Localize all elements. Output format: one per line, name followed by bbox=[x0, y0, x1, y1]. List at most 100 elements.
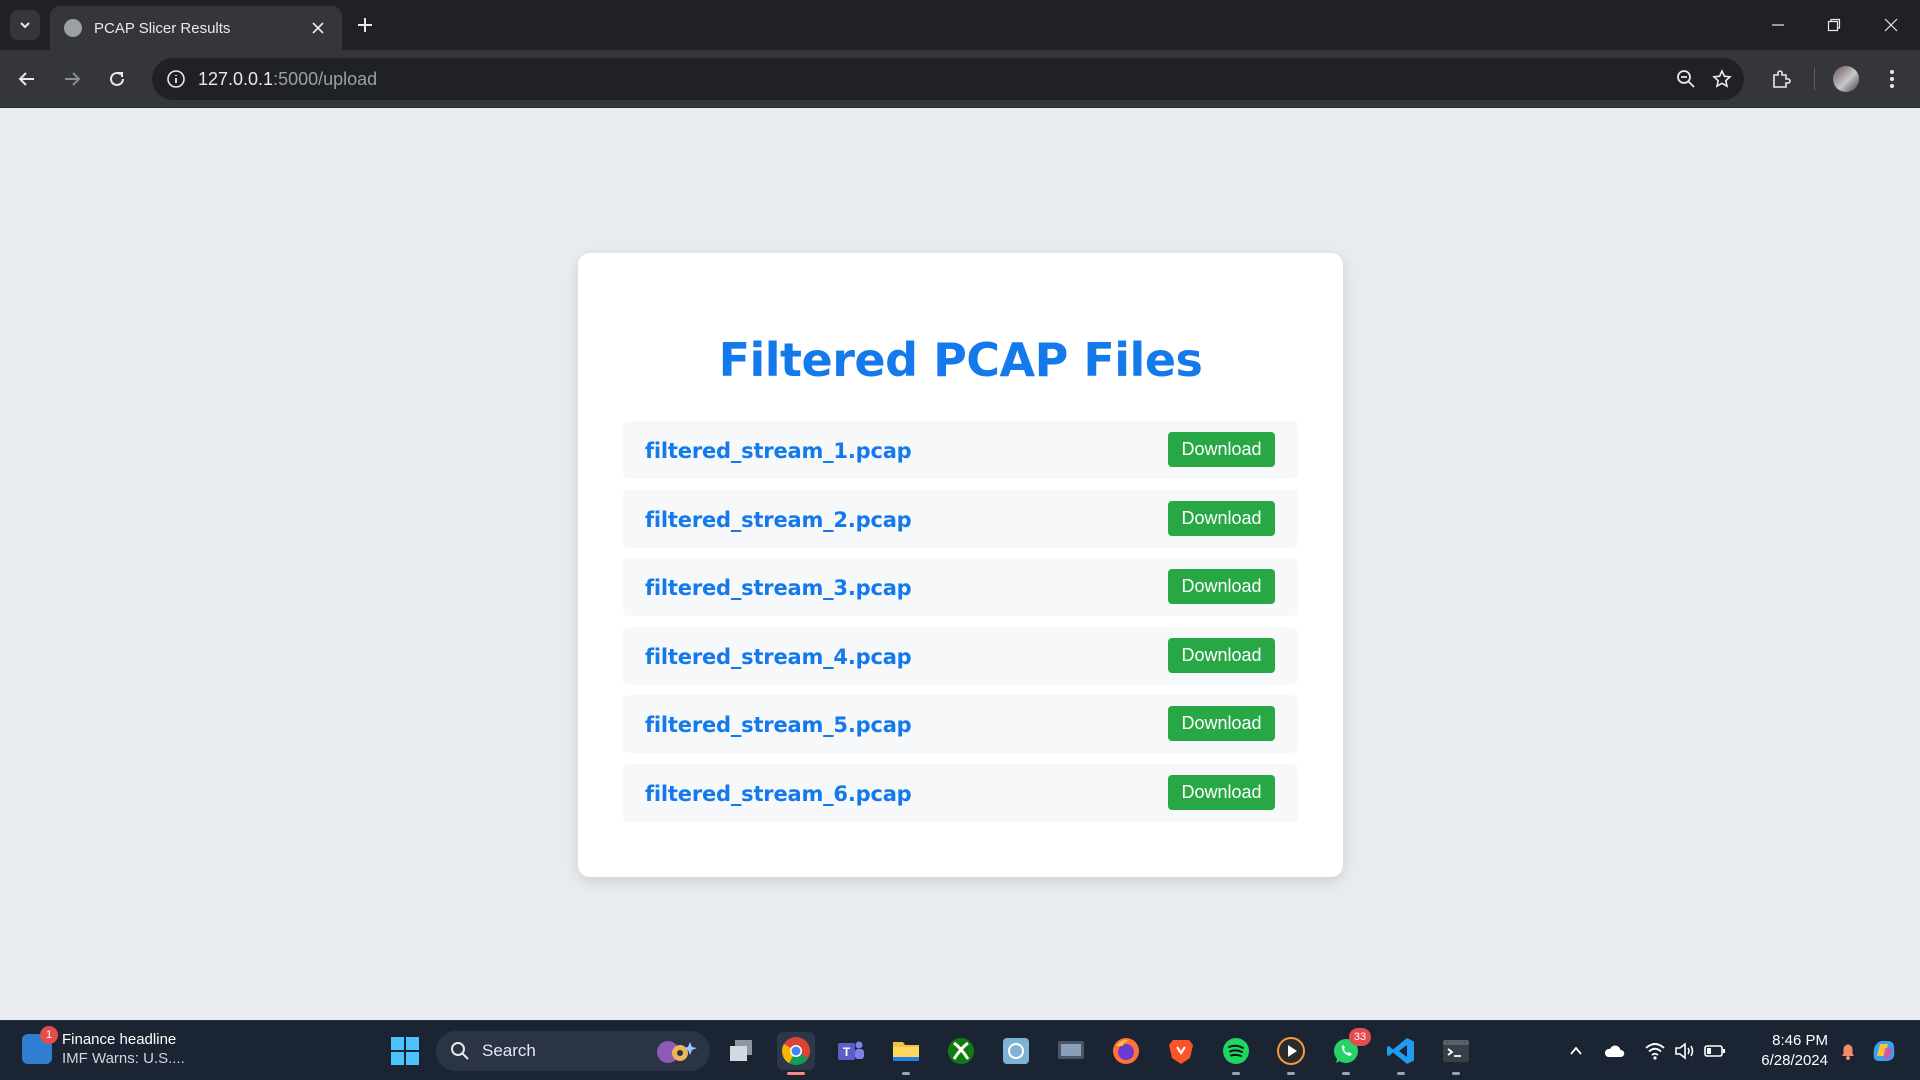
search-icon bbox=[451, 1042, 469, 1060]
clock-time: 8:46 PM bbox=[1772, 1032, 1828, 1049]
volume-button[interactable] bbox=[1673, 1039, 1697, 1063]
info-icon[interactable] bbox=[166, 69, 186, 89]
notifications-button[interactable] bbox=[1836, 1039, 1860, 1063]
vscode-taskbar-button[interactable] bbox=[1382, 1032, 1420, 1075]
cloud-icon bbox=[1604, 1045, 1625, 1057]
zoom-out-icon bbox=[1677, 70, 1695, 88]
download-button[interactable]: Download bbox=[1168, 706, 1275, 742]
close-window-button[interactable] bbox=[1873, 10, 1909, 40]
file-link[interactable]: filtered_stream_4.pcap bbox=[645, 645, 912, 669]
chrome-taskbar-button[interactable] bbox=[777, 1032, 815, 1075]
tab-search-button[interactable] bbox=[10, 10, 40, 40]
news-widget[interactable]: 1 Finance headline IMF Warns: U.S.... bbox=[22, 1026, 185, 1067]
globe-icon bbox=[64, 19, 82, 37]
restore-button[interactable] bbox=[1816, 10, 1852, 40]
plus-icon bbox=[358, 18, 372, 32]
list-item: filtered_stream_6.pcap Download bbox=[623, 763, 1298, 822]
download-button[interactable]: Download bbox=[1168, 637, 1275, 673]
screen-app-taskbar-button[interactable] bbox=[1052, 1032, 1090, 1070]
file-link[interactable]: filtered_stream_6.pcap bbox=[645, 782, 912, 806]
file-link[interactable]: filtered_stream_3.pcap bbox=[645, 576, 912, 600]
browser-toolbar: 127.0.0.1:5000/upload bbox=[0, 50, 1920, 108]
whatsapp-taskbar-button[interactable]: 33 bbox=[1327, 1028, 1371, 1075]
clock-date: 6/28/2024 bbox=[1761, 1052, 1828, 1069]
new-tab-button[interactable] bbox=[352, 12, 378, 38]
widgets-icon: 1 bbox=[22, 1026, 58, 1064]
teams-icon: T bbox=[838, 1041, 864, 1060]
task-view-button[interactable] bbox=[722, 1032, 760, 1070]
extensions-button[interactable] bbox=[1765, 63, 1797, 95]
arrow-right-icon bbox=[65, 72, 81, 86]
windows-icon bbox=[391, 1037, 419, 1065]
app-taskbar-button[interactable] bbox=[997, 1032, 1035, 1070]
running-indicator bbox=[902, 1072, 910, 1075]
address-bar[interactable]: 127.0.0.1:5000/upload bbox=[152, 58, 1744, 100]
firefox-icon bbox=[1113, 1038, 1139, 1064]
battery-button[interactable] bbox=[1703, 1039, 1727, 1063]
folder-icon bbox=[893, 1042, 919, 1061]
back-button[interactable] bbox=[11, 63, 43, 95]
system-clock[interactable]: 8:46 PM 6/28/2024 bbox=[1740, 1032, 1828, 1069]
terminal-icon bbox=[1443, 1040, 1469, 1062]
forward-button[interactable] bbox=[56, 63, 88, 95]
taskbar: 1 Finance headline IMF Warns: U.S.... Se… bbox=[0, 1020, 1920, 1080]
bookmark-button[interactable] bbox=[1710, 67, 1734, 91]
running-indicator bbox=[1397, 1072, 1405, 1075]
reload-icon bbox=[110, 71, 124, 86]
play-icon bbox=[1277, 1037, 1305, 1065]
list-item: filtered_stream_1.pcap Download bbox=[623, 421, 1298, 479]
toolbar-divider bbox=[1814, 68, 1815, 90]
zoom-button[interactable] bbox=[1674, 67, 1698, 91]
profile-button[interactable] bbox=[1830, 63, 1862, 95]
teams-taskbar-button[interactable]: T bbox=[832, 1032, 870, 1070]
download-button[interactable]: Download bbox=[1168, 774, 1275, 810]
download-button[interactable]: Download bbox=[1168, 569, 1275, 605]
file-link[interactable]: filtered_stream_1.pcap bbox=[645, 439, 912, 463]
task-view-icon bbox=[730, 1040, 752, 1061]
tab-close-button[interactable] bbox=[308, 18, 328, 38]
list-item: filtered_stream_4.pcap Download bbox=[623, 626, 1298, 685]
copilot-button[interactable] bbox=[1868, 1035, 1900, 1067]
avatar bbox=[1833, 66, 1859, 92]
battery-icon bbox=[1704, 1045, 1725, 1057]
bell-icon bbox=[1842, 1044, 1854, 1060]
app-icon bbox=[1003, 1038, 1029, 1064]
spotify-icon bbox=[1223, 1038, 1249, 1064]
reload-button[interactable] bbox=[101, 63, 133, 95]
spotify-taskbar-button[interactable] bbox=[1217, 1032, 1255, 1075]
browser-titlebar: PCAP Slicer Results bbox=[0, 0, 1920, 50]
download-button[interactable]: Download bbox=[1168, 432, 1275, 467]
volume-icon bbox=[1675, 1042, 1694, 1060]
taskbar-search[interactable]: Search bbox=[436, 1031, 710, 1071]
file-link[interactable]: filtered_stream_2.pcap bbox=[645, 508, 912, 532]
tab-pcap-results[interactable]: PCAP Slicer Results bbox=[50, 6, 342, 50]
menu-button[interactable] bbox=[1876, 63, 1908, 95]
minimize-button[interactable] bbox=[1760, 10, 1796, 40]
page-title: Filtered PCAP Files bbox=[718, 333, 1203, 387]
xbox-taskbar-button[interactable] bbox=[942, 1032, 980, 1070]
widget-title: Finance headline bbox=[62, 1031, 177, 1048]
network-button[interactable] bbox=[1643, 1039, 1667, 1063]
restore-icon bbox=[1827, 18, 1841, 32]
chrome-icon bbox=[782, 1037, 810, 1065]
wifi-icon bbox=[1645, 1043, 1665, 1060]
onedrive-button[interactable] bbox=[1602, 1039, 1626, 1063]
svg-text:T: T bbox=[843, 1045, 851, 1059]
search-highlight-icon bbox=[657, 1041, 697, 1063]
file-explorer-taskbar-button[interactable] bbox=[887, 1032, 925, 1075]
show-hidden-icons-button[interactable] bbox=[1564, 1039, 1588, 1063]
more-vertical-icon bbox=[1890, 70, 1894, 88]
download-button[interactable]: Download bbox=[1168, 500, 1275, 536]
search-label: Search bbox=[482, 1041, 536, 1060]
running-indicator bbox=[1232, 1072, 1240, 1075]
running-indicator bbox=[787, 1072, 805, 1075]
file-link[interactable]: filtered_stream_5.pcap bbox=[645, 713, 912, 737]
chevron-up-icon bbox=[1570, 1046, 1582, 1055]
brave-taskbar-button[interactable] bbox=[1162, 1032, 1200, 1070]
start-button[interactable] bbox=[386, 1032, 424, 1070]
close-icon bbox=[312, 22, 324, 34]
firefox-taskbar-button[interactable] bbox=[1107, 1032, 1145, 1070]
terminal-taskbar-button[interactable] bbox=[1437, 1032, 1475, 1075]
media-player-taskbar-button[interactable] bbox=[1272, 1032, 1310, 1075]
running-indicator bbox=[1452, 1072, 1460, 1075]
